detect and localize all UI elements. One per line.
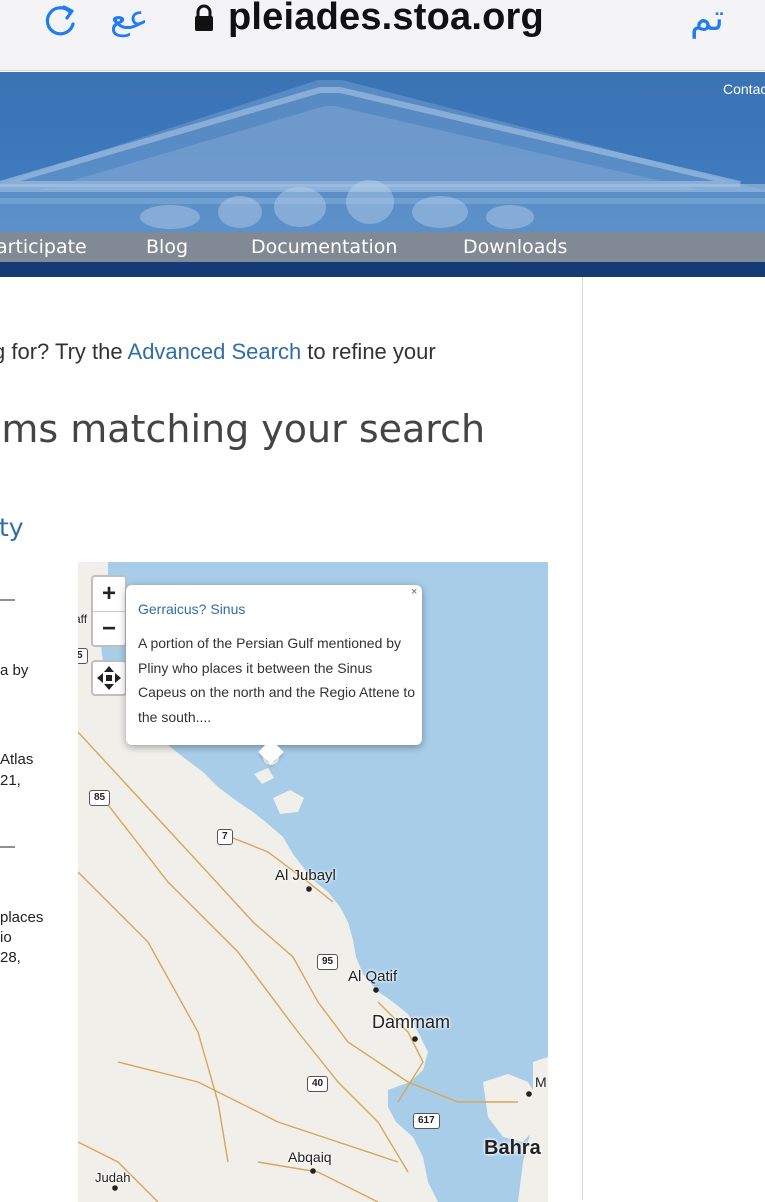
site-banner: Contac articipate Blog Documentation Dow…: [0, 72, 765, 277]
result-fragment: —: [0, 838, 15, 855]
road-shield: 85: [89, 790, 111, 806]
popup-title-link[interactable]: Gerraicus? Sinus: [138, 601, 245, 617]
popup-close-button[interactable]: ×: [411, 586, 417, 598]
zoom-out-button[interactable]: −: [93, 612, 125, 646]
hint-prefix: g for? Try the: [0, 339, 128, 364]
nav-blog[interactable]: Blog: [146, 236, 188, 258]
contact-link[interactable]: Contac: [723, 81, 765, 97]
zoom-in-button[interactable]: +: [93, 577, 125, 611]
nav-underline: [0, 262, 765, 277]
result-fragment: 21,: [0, 772, 21, 789]
road-shield: 95: [317, 954, 339, 970]
main-nav: articipate Blog Documentation Downloads: [0, 232, 765, 262]
hint-suffix: to refine your: [301, 339, 436, 364]
road-shield: 40: [307, 1076, 329, 1092]
pan-control[interactable]: [91, 660, 127, 696]
result-title-link[interactable]: ity: [0, 513, 24, 542]
result-fragment: io: [0, 929, 12, 946]
pediment-image: [0, 80, 765, 232]
place-label: M: [535, 1074, 547, 1090]
done-button[interactable]: تم: [690, 0, 724, 39]
place-label: Al Jubayl: [275, 867, 336, 884]
reload-icon[interactable]: [40, 2, 80, 40]
search-hint: g for? Try the Advanced Search to refine…: [0, 339, 436, 365]
land-islet: [273, 790, 304, 814]
land-islet: [254, 768, 274, 784]
nav-documentation[interactable]: Documentation: [251, 236, 397, 258]
result-fragment: a by: [0, 662, 29, 679]
place-label: Dammam: [372, 1012, 451, 1032]
result-fragment: 28,: [0, 949, 21, 966]
url-host[interactable]: pleiades.stoa.org: [228, 0, 544, 39]
move-arrows-icon: [97, 666, 121, 690]
place-label: Judah: [95, 1170, 131, 1185]
lock-icon: [195, 4, 213, 31]
place-label: Al Qatif: [348, 968, 398, 985]
zoom-control: + −: [91, 575, 127, 647]
nav-downloads[interactable]: Downloads: [463, 236, 567, 258]
place-label: Abqaiq: [288, 1149, 332, 1165]
result-fragment: —: [0, 591, 15, 608]
map-popup: × Gerraicus? Sinus A portion of the Pers…: [126, 585, 422, 765]
map[interactable]: 85 7 95 40 617 5 aff Al Jubayl Al Qatif …: [78, 562, 548, 1202]
road-shield: 7: [217, 829, 233, 845]
nav-participate[interactable]: articipate: [0, 236, 87, 258]
results-heading: ems matching your search: [0, 407, 486, 451]
place-label: Bahra: [484, 1137, 541, 1159]
advanced-search-link[interactable]: Advanced Search: [128, 339, 302, 364]
browser-address-bar: عع pleiades.stoa.org تم: [0, 0, 765, 71]
popup-description: A portion of the Persian Gulf mentioned …: [138, 635, 416, 725]
road-shield: 617: [413, 1113, 440, 1129]
main-content: g for? Try the Advanced Search to refine…: [0, 277, 583, 1202]
result-fragment: places: [0, 909, 44, 926]
place-label: aff: [78, 612, 88, 626]
text-size-button[interactable]: عع: [110, 0, 148, 38]
road-shield: 5: [78, 648, 88, 664]
result-fragment: Atlas: [0, 751, 34, 768]
